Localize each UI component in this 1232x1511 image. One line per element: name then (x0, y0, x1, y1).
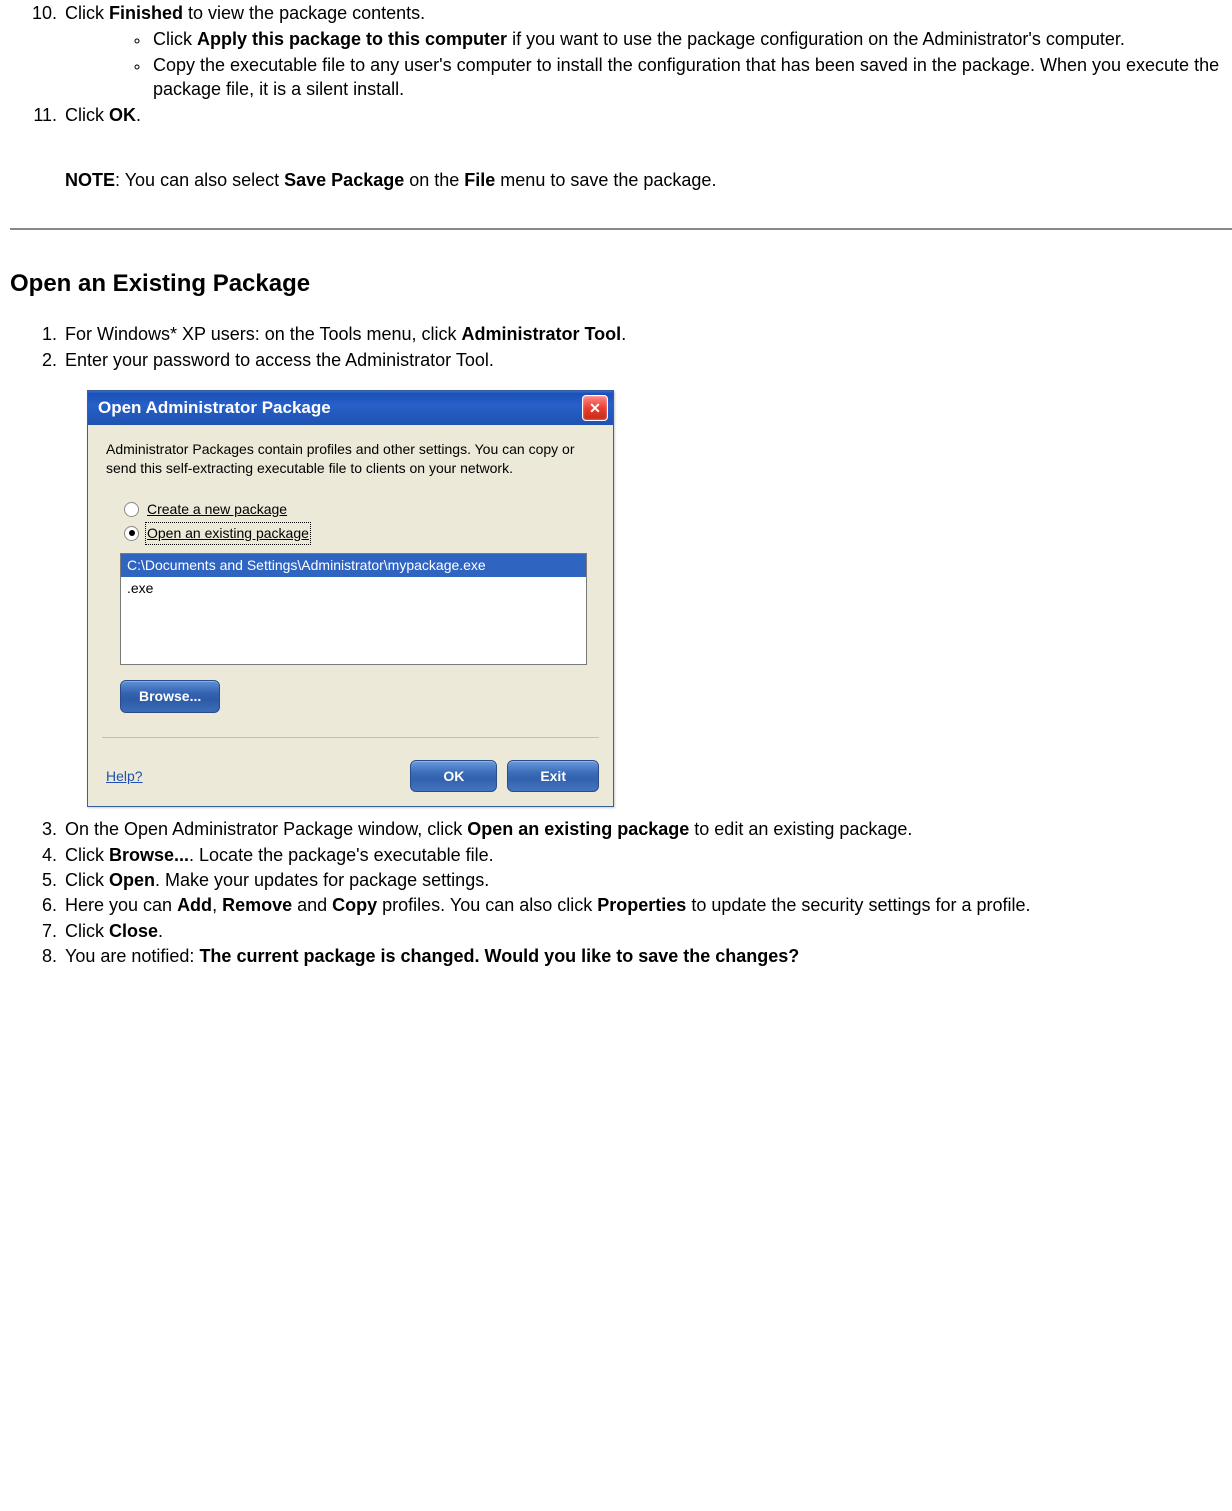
file-row[interactable]: .exe (121, 577, 586, 600)
text: to update the security settings for a pr… (686, 895, 1030, 915)
dialog-title: Open Administrator Package (98, 397, 331, 420)
radio-icon (124, 526, 139, 541)
bold-text: Open an existing package (467, 819, 689, 839)
bold-text: Finished (109, 3, 183, 23)
step-10: Click Finished to view the package conte… (62, 1, 1232, 101)
bold-text: Administrator Tool (462, 324, 622, 344)
radio-group: Create a new package Open an existing pa… (124, 500, 595, 543)
text: On the Open Administrator Package window… (65, 819, 467, 839)
text: to edit an existing package. (689, 819, 912, 839)
bold-text: Copy (332, 895, 377, 915)
radio-open-existing[interactable]: Open an existing package (124, 524, 595, 543)
step-6: Here you can Add, Remove and Copy profil… (62, 893, 1232, 917)
exit-button[interactable]: Exit (507, 760, 599, 793)
text: . (136, 105, 141, 125)
radio-create-new[interactable]: Create a new package (124, 500, 595, 519)
text: Click (153, 29, 197, 49)
text: . (158, 921, 163, 941)
note-block: NOTE: You can also select Save Package o… (65, 143, 1232, 192)
bold-text: Add (177, 895, 212, 915)
text: Copy the executable file to any user's c… (153, 55, 1219, 99)
step-2: Enter your password to access the Admini… (62, 348, 1232, 372)
separator (102, 737, 599, 738)
dialog-titlebar[interactable]: Open Administrator Package ✕ (88, 391, 613, 425)
text: , (212, 895, 222, 915)
dialog-screenshot: Open Administrator Package ✕ Administrat… (87, 390, 1232, 807)
step-11: Click OK. NOTE: You can also select Save… (62, 103, 1232, 192)
bold-text: Save Package (284, 170, 404, 190)
text: Here you can (65, 895, 177, 915)
radio-icon (124, 502, 139, 517)
section-heading: Open an Existing Package (10, 268, 1232, 300)
step-3: On the Open Administrator Package window… (62, 817, 1232, 841)
bold-text: The current package is changed. Would yo… (199, 946, 799, 966)
dialog-footer: Help? OK Exit (88, 750, 613, 807)
ok-button[interactable]: OK (410, 760, 497, 793)
bold-text: Remove (222, 895, 292, 915)
text: to view the package contents. (183, 3, 425, 23)
text: if you want to use the package configura… (507, 29, 1125, 49)
radio-label: Create a new package (147, 500, 287, 519)
text: For Windows* XP users: on the Tools menu… (65, 324, 462, 344)
text: Click (65, 3, 109, 23)
step-7: Click Close. (62, 919, 1232, 943)
section-divider (10, 228, 1232, 230)
text: on the (404, 170, 464, 190)
note-label: NOTE (65, 170, 115, 190)
text: . (621, 324, 626, 344)
bullet-item: Copy the executable file to any user's c… (150, 53, 1232, 102)
dialog-description: Administrator Packages contain profiles … (106, 440, 595, 478)
bold-text: Browse... (109, 845, 189, 865)
dialog-body: Administrator Packages contain profiles … (88, 425, 613, 749)
text: menu to save the package. (495, 170, 716, 190)
radio-label: Open an existing package (147, 524, 309, 543)
bold-text: Close (109, 921, 158, 941)
text: and (292, 895, 332, 915)
text: You are notified: (65, 946, 199, 966)
text: Click (65, 921, 109, 941)
text: Click (65, 105, 109, 125)
text: Click (65, 870, 109, 890)
text: . Locate the package's executable file. (189, 845, 494, 865)
browse-button[interactable]: Browse... (120, 680, 220, 713)
bold-text: Open (109, 870, 155, 890)
file-listbox[interactable]: C:\Documents and Settings\Administrator\… (120, 553, 587, 665)
step-8: You are notified: The current package is… (62, 944, 1232, 968)
text: profiles. You can also click (377, 895, 597, 915)
text: Click (65, 845, 109, 865)
bold-text: File (464, 170, 495, 190)
step-1: For Windows* XP users: on the Tools menu… (62, 322, 1232, 346)
bold-text: Apply this package to this computer (197, 29, 507, 49)
help-link[interactable]: Help? (106, 767, 143, 786)
step-4: Click Browse.... Locate the package's ex… (62, 843, 1232, 867)
bullet-item: Click Apply this package to this compute… (150, 27, 1232, 51)
close-icon: ✕ (589, 399, 601, 418)
file-row-selected[interactable]: C:\Documents and Settings\Administrator\… (121, 554, 586, 577)
bold-text: Properties (597, 895, 686, 915)
bold-text: OK (109, 105, 136, 125)
text: . Make your updates for package settings… (155, 870, 489, 890)
step-5: Click Open. Make your updates for packag… (62, 868, 1232, 892)
close-button[interactable]: ✕ (582, 395, 608, 421)
dialog-window: Open Administrator Package ✕ Administrat… (87, 390, 614, 807)
text: : You can also select (115, 170, 284, 190)
